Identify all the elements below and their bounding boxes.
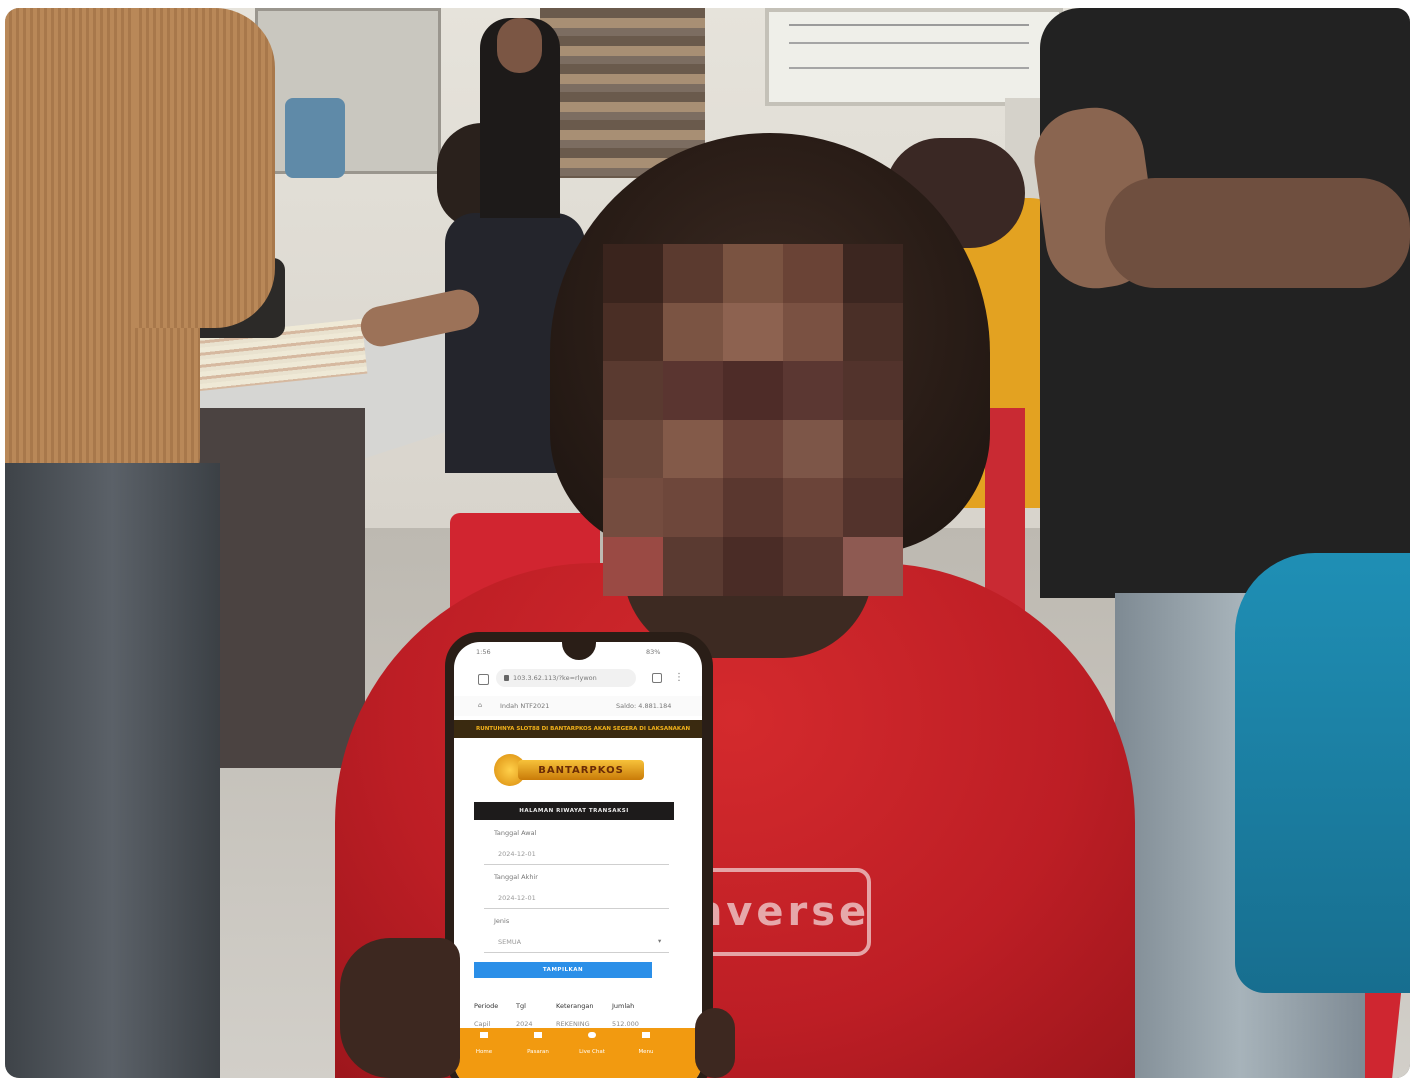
- phone-notch: [562, 642, 596, 660]
- nav-live-chat-label: Live Chat: [579, 1049, 605, 1055]
- start-date-underline: [484, 864, 669, 865]
- marquee-text: RUNTUHNYA SLOT88 DI BANTARPKOS AKAN SEGE…: [476, 726, 691, 732]
- home-icon[interactable]: [478, 674, 489, 685]
- site-logo: BANTARPKOS: [494, 750, 644, 790]
- sub-bar-home-icon[interactable]: ⌂: [478, 701, 482, 709]
- standing-person-back-head: [497, 18, 542, 73]
- pixelated-face: [603, 244, 903, 596]
- shirt-print: nverse: [693, 868, 871, 956]
- chevron-down-icon: ▾: [658, 937, 662, 945]
- logo-wordmark: BANTARPKOS: [518, 760, 644, 780]
- table-cell-period: Capil: [474, 1020, 491, 1028]
- left-hand: [340, 938, 460, 1078]
- phone-screen: 1:56 83% 103.3.62.113/?ke=rlywon ⋮ ⌂ Ind…: [454, 642, 702, 1078]
- logo-text: BANTARPKOS: [538, 764, 624, 776]
- lock-icon: [504, 675, 509, 681]
- menu-nav-icon: [642, 1032, 650, 1038]
- nav-home[interactable]: Home: [464, 1032, 504, 1058]
- table-cell-amount: 512.000: [612, 1020, 639, 1028]
- smartphone: 1:56 83% 103.3.62.113/?ke=rlywon ⋮ ⌂ Ind…: [445, 632, 713, 1078]
- water-jug: [285, 98, 345, 178]
- window-frame: [255, 8, 441, 174]
- status-time: 1:56: [476, 648, 491, 656]
- status-battery: 83%: [646, 648, 661, 656]
- type-label: Jenis: [494, 917, 510, 925]
- end-date-label: Tanggal Akhir: [494, 873, 538, 881]
- start-date-input[interactable]: 2024-12-01: [498, 850, 536, 858]
- nav-home-label: Home: [475, 1049, 493, 1055]
- announcement-marquee: RUNTUHNYA SLOT88 DI BANTARPKOS AKAN SEGE…: [454, 720, 702, 738]
- bottom-nav: Home Pasaran Live Chat Menu: [454, 1028, 702, 1078]
- shirt-print-text: nverse: [693, 889, 871, 935]
- markets-nav-icon: [534, 1032, 542, 1038]
- desk-side: [195, 408, 365, 768]
- home-nav-icon: [480, 1032, 488, 1038]
- address-url: 103.3.62.113/?ke=rlywon: [513, 674, 597, 682]
- col-period: Periode: [474, 1002, 499, 1010]
- col-date: Tgl: [516, 1002, 526, 1010]
- chat-nav-icon: [588, 1032, 596, 1038]
- type-select[interactable]: SEMUA: [498, 938, 521, 946]
- right-person-arm-2: [1105, 178, 1410, 288]
- nav-markets-label: Pasaran: [527, 1049, 549, 1055]
- right-hand-fingers: [695, 1008, 735, 1078]
- table-cell-description: REKENING: [556, 1020, 590, 1028]
- col-amount: Jumlah: [612, 1002, 635, 1010]
- user-name: Indah NTF2021: [500, 702, 550, 710]
- whiteboard: [765, 8, 1063, 106]
- nav-menu[interactable]: Menu: [626, 1032, 666, 1058]
- nav-markets[interactable]: Pasaran: [518, 1032, 558, 1058]
- show-button[interactable]: TAMPILKAN: [474, 962, 652, 978]
- end-date-underline: [484, 908, 669, 909]
- type-underline: [484, 952, 669, 953]
- sub-bar: ⌂ Indah NTF2021 Saldo: 4.881.184: [454, 696, 702, 716]
- start-date-label: Tanggal Awal: [494, 829, 537, 837]
- left-person-arm: [135, 8, 275, 328]
- nav-live-chat[interactable]: Live Chat: [572, 1032, 612, 1058]
- more-menu-icon[interactable]: ⋮: [674, 672, 684, 683]
- photo-frame: nverse 1:56 83% 103.3.62.113/?ke=rlywon …: [5, 8, 1410, 1078]
- col-description: Keterangan: [556, 1002, 594, 1010]
- blue-shirt-person: [1235, 553, 1410, 993]
- section-title: HALAMAN RIWAYAT TRANSAKSI: [519, 808, 629, 814]
- show-button-label: TAMPILKAN: [542, 967, 584, 973]
- nav-menu-label: Menu: [638, 1049, 654, 1055]
- left-person-jeans: [5, 463, 220, 1078]
- balance: Saldo: 4.881.184: [616, 702, 672, 710]
- address-bar[interactable]: 103.3.62.113/?ke=rlywon: [496, 669, 636, 687]
- tabs-icon[interactable]: [652, 673, 662, 683]
- right-person-shirt: [1040, 8, 1410, 598]
- table-cell-date: 2024: [516, 1020, 533, 1028]
- section-title-bar: HALAMAN RIWAYAT TRANSAKSI: [474, 802, 674, 820]
- end-date-input[interactable]: 2024-12-01: [498, 894, 536, 902]
